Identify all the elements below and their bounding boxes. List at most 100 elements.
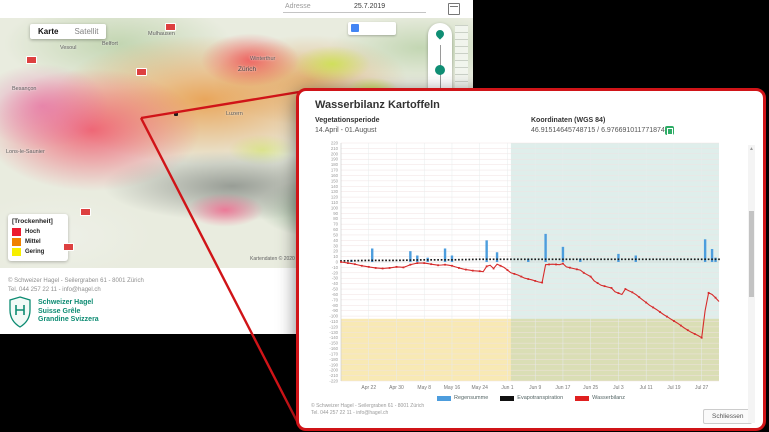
calendar-icon[interactable] [448, 3, 460, 15]
footer-address-line: © Schweizer Hagel - Seilergraben 61 - 80… [8, 278, 144, 284]
selected-location-marker [174, 112, 178, 116]
map-city-label: Mulhausen [148, 31, 175, 37]
svg-text:200: 200 [331, 151, 339, 156]
svg-text:-200: -200 [329, 368, 338, 373]
map-city-label: Winterthur [250, 56, 275, 62]
road-badge-icon [80, 208, 91, 216]
svg-text:-120: -120 [329, 324, 338, 329]
svg-text:30: 30 [333, 243, 338, 248]
map-city-label: Besançon [12, 86, 36, 92]
water-balance-dialog: Wasserbilanz Kartoffeln Vegetationsperio… [296, 88, 766, 431]
drought-legend-title: [Trockenheit] [12, 218, 64, 225]
svg-text:Jun 17: Jun 17 [555, 385, 570, 391]
svg-text:-10: -10 [332, 265, 339, 270]
map-city-label: Belfort [102, 41, 118, 47]
svg-text:-50: -50 [332, 287, 339, 292]
scrollbar-thumb[interactable] [749, 211, 754, 297]
map-city-label: Lons-le-Saunier [6, 149, 45, 155]
svg-text:170: 170 [331, 168, 339, 173]
slider-handle[interactable] [435, 65, 445, 75]
chart-legend-item: Evapotranspiration [500, 395, 563, 401]
close-button[interactable]: Schliessen [703, 409, 752, 424]
chart-legend-swatch [437, 396, 451, 401]
road-badge-icon [136, 68, 147, 76]
chart-legend-label: Wasserbilanz [592, 395, 625, 401]
svg-text:Jul 11: Jul 11 [640, 385, 653, 391]
copy-coordinates-icon[interactable] [665, 126, 674, 135]
svg-text:150: 150 [331, 178, 339, 183]
svg-text:Jun 1: Jun 1 [501, 385, 513, 391]
svg-text:-160: -160 [329, 346, 338, 351]
svg-text:-170: -170 [329, 351, 338, 356]
svg-text:-80: -80 [332, 303, 339, 308]
map-search-control[interactable] [348, 22, 396, 35]
footer-phone-line: Tel. 044 257 22 11 - info@hagel.ch [8, 287, 101, 293]
coordinates-value: 46.91514645748715 / 6.9766910117718743 [531, 127, 669, 134]
legend-row-mittel: Mittel [12, 238, 64, 246]
road-badge-icon [63, 243, 74, 251]
svg-text:Jul 3: Jul 3 [613, 385, 624, 391]
svg-text:-30: -30 [332, 276, 339, 281]
drought-legend: [Trockenheit] Hoch Mittel Gering [8, 214, 68, 261]
svg-text:Jul 19: Jul 19 [667, 385, 681, 391]
road-badge-icon [26, 56, 37, 64]
map-city-label: Zürich [238, 66, 256, 73]
dialog-scrollbar[interactable]: ▲ [748, 145, 755, 423]
svg-text:160: 160 [331, 173, 339, 178]
svg-text:40: 40 [333, 238, 338, 243]
svg-text:110: 110 [331, 200, 338, 205]
svg-text:May 16: May 16 [444, 385, 461, 391]
svg-text:70: 70 [333, 222, 338, 227]
road-badge-icon [165, 23, 176, 31]
dialog-title: Wasserbilanz Kartoffeln [315, 99, 440, 111]
svg-text:80: 80 [333, 216, 338, 221]
svg-text:Jul 27: Jul 27 [695, 385, 709, 391]
svg-text:60: 60 [333, 227, 338, 232]
chart-legend: Regensumme Evapotranspiration Wasserbilanz [299, 395, 763, 401]
map-city-label: Vesoul [60, 45, 77, 51]
svg-text:May 24: May 24 [472, 385, 489, 391]
svg-text:140: 140 [331, 184, 339, 189]
water-balance-chart: 2202102001901801701601501401301201101009… [301, 137, 751, 395]
app-topbar: Adresse 25.7.2019 [0, 0, 473, 19]
date-input[interactable]: 25.7.2019 [352, 2, 426, 13]
svg-text:-210: -210 [329, 373, 338, 378]
map-city-label: Luzern [226, 111, 243, 117]
legend-label-gering: Gering [25, 249, 44, 255]
svg-text:-20: -20 [332, 270, 339, 275]
svg-text:10: 10 [333, 254, 338, 259]
svg-text:120: 120 [331, 195, 339, 200]
svg-text:-40: -40 [332, 281, 339, 286]
svg-text:Apr 22: Apr 22 [361, 385, 376, 391]
legend-label-mittel: Mittel [25, 239, 41, 245]
svg-text:-180: -180 [329, 357, 338, 362]
chart-legend-swatch [575, 396, 589, 401]
map-type-karte-button[interactable]: Karte [30, 27, 66, 36]
chart-legend-item: Regensumme [437, 395, 488, 401]
svg-text:220: 220 [331, 141, 339, 146]
svg-text:-140: -140 [329, 335, 338, 340]
map-type-control: Karte Satellit [30, 24, 106, 39]
chart-legend-swatch [500, 396, 514, 401]
legend-row-hoch: Hoch [12, 228, 64, 236]
vegetation-period-label: Vegetationsperiode [315, 117, 380, 124]
shield-icon [8, 296, 32, 328]
svg-text:-100: -100 [329, 314, 338, 319]
svg-text:-150: -150 [329, 341, 338, 346]
legend-color-gering [12, 248, 21, 256]
svg-text:180: 180 [331, 162, 339, 167]
svg-text:190: 190 [331, 157, 339, 162]
dialog-footer-line2: Tel. 044 257 22 11 - info@hagel.ch [311, 410, 388, 416]
scroll-up-arrow[interactable]: ▲ [749, 146, 754, 152]
map-attribution: Kartendaten © 2020 [250, 256, 295, 262]
svg-text:90: 90 [333, 211, 338, 216]
svg-text:Jun 9: Jun 9 [529, 385, 541, 391]
map-type-satellit-button[interactable]: Satellit [66, 27, 106, 36]
svg-text:Jun 25: Jun 25 [583, 385, 598, 391]
svg-text:210: 210 [331, 146, 339, 151]
legend-color-mittel [12, 238, 21, 246]
svg-text:100: 100 [331, 205, 339, 210]
svg-text:-190: -190 [329, 362, 338, 367]
legend-label-hoch: Hoch [25, 229, 40, 235]
svg-text:50: 50 [333, 232, 338, 237]
